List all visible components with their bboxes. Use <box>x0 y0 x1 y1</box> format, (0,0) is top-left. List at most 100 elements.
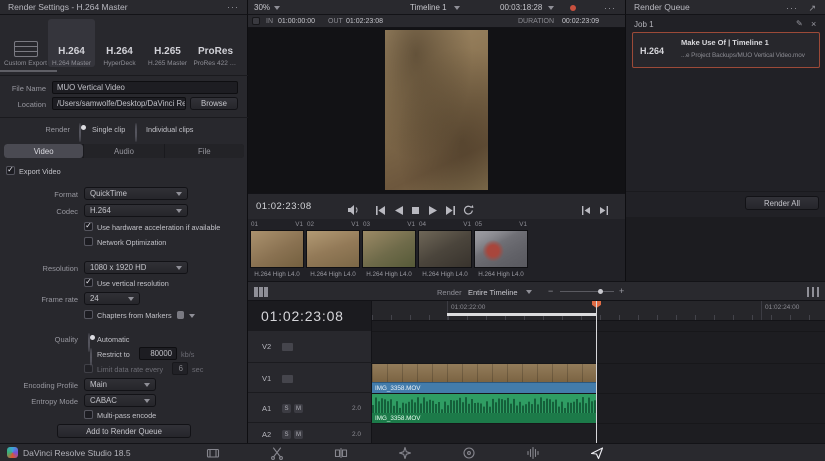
location-input[interactable]: /Users/samwolfe/Desktop/DaVinci Resolve/… <box>52 97 186 110</box>
track-enable-button[interactable] <box>282 375 293 383</box>
expand-icon[interactable]: ↗ <box>808 3 817 13</box>
tab-video[interactable]: Video <box>4 144 83 158</box>
chevron-down-icon[interactable] <box>274 6 280 10</box>
job-label: Job 1 <box>634 20 654 29</box>
multipass-checkbox[interactable] <box>84 410 93 419</box>
clip-thumbnail[interactable] <box>250 230 304 268</box>
viewer-menu-icon[interactable]: ··· <box>604 3 616 13</box>
skip-forward-icon[interactable] <box>445 202 456 220</box>
restrict-bitrate-input[interactable]: 80000 <box>139 347 177 360</box>
preset-h265-master[interactable]: H.265 H.265 Master <box>144 19 191 67</box>
track-name: V1 <box>262 374 271 383</box>
vertical-res-checkbox[interactable]: ✓ <box>84 278 93 287</box>
clip-thumbnail[interactable] <box>474 230 528 268</box>
clip-thumbnail[interactable] <box>306 230 360 268</box>
preset-hyperdeck[interactable]: H.264 HyperDeck <box>96 19 143 67</box>
edit-job-icon[interactable]: ✎ <box>796 19 803 28</box>
transport-timecode[interactable]: 01:02:23:08 <box>256 201 312 212</box>
chevron-down-icon[interactable] <box>548 6 554 10</box>
timeline-timecode[interactable]: 01:02:23:08 <box>261 308 344 324</box>
chapters-checkbox[interactable] <box>84 310 93 319</box>
codec-dropdown[interactable]: H.264 <box>84 204 188 217</box>
audio-clip[interactable]: IMG_3358.MOV <box>372 394 597 423</box>
marker-color-chip[interactable] <box>177 311 184 319</box>
tab-audio[interactable]: Audio <box>84 144 163 158</box>
stop-icon[interactable] <box>411 202 420 220</box>
add-to-render-queue-button[interactable]: Add to Render Queue <box>57 424 191 438</box>
render-queue-menu-icon[interactable]: ··· <box>786 3 798 13</box>
chevron-down-icon[interactable] <box>526 290 532 294</box>
page-cut-icon[interactable] <box>270 446 284 461</box>
preset-custom-export[interactable]: Custom Export <box>3 19 48 67</box>
chevron-down-icon[interactable] <box>189 314 195 318</box>
loop-icon[interactable] <box>463 202 474 220</box>
tab-file[interactable]: File <box>165 144 244 158</box>
render-range-select[interactable]: Entire Timeline <box>468 288 518 297</box>
render-all-button[interactable]: Render All <box>745 196 819 210</box>
solo-button[interactable]: S <box>282 404 291 413</box>
viewer-timecode[interactable]: 00:03:18:28 <box>500 3 542 12</box>
timeline-select[interactable]: Timeline 1 <box>410 3 447 12</box>
play-icon[interactable] <box>428 202 437 220</box>
page-fairlight-icon[interactable] <box>526 446 540 461</box>
limit-data-rate-checkbox[interactable] <box>84 364 93 373</box>
zoom-out-icon[interactable]: − <box>548 286 553 296</box>
page-fusion-icon[interactable] <box>398 446 412 461</box>
track-enable-button[interactable] <box>282 343 293 351</box>
encoding-profile-dropdown[interactable]: Main <box>84 378 156 391</box>
file-name-input[interactable]: MUO Vertical Video <box>52 81 238 94</box>
track-header-a2[interactable]: A2 S M 2.0 <box>248 424 372 443</box>
track-header-v1[interactable]: V1 <box>248 364 372 393</box>
range-mode-icon[interactable] <box>252 17 260 25</box>
timeline-view-icon[interactable] <box>254 287 268 297</box>
page-color-icon[interactable] <box>462 446 476 461</box>
mute-button[interactable]: M <box>294 404 303 413</box>
preset-prores[interactable]: ProRes ProRes 422 HQ <box>192 19 239 67</box>
skip-back-icon[interactable] <box>375 202 386 220</box>
track-header-a1[interactable]: A1 S M 2.0 <box>248 394 372 423</box>
lane-divider <box>372 423 825 424</box>
zoom-slider-track[interactable] <box>560 291 614 292</box>
out-value[interactable]: 01:02:23:08 <box>346 18 383 25</box>
viewer-stage <box>248 28 625 193</box>
individual-clips-radio[interactable] <box>135 123 137 142</box>
chevron-down-icon <box>144 399 150 403</box>
page-edit-icon[interactable] <box>334 446 348 461</box>
in-value[interactable]: 01:00:00:00 <box>278 18 315 25</box>
zoom-in-icon[interactable]: + <box>619 286 624 296</box>
network-opt-checkbox[interactable] <box>84 237 93 246</box>
resolution-dropdown[interactable]: 1080 x 1920 HD <box>84 261 188 274</box>
video-clip[interactable]: IMG_3358.MOV <box>372 364 597 393</box>
mixer-icon[interactable] <box>807 287 819 297</box>
preset-scrollbar[interactable] <box>0 70 57 72</box>
jump-to-in-icon[interactable] <box>581 202 591 220</box>
play-reverse-icon[interactable] <box>394 202 403 220</box>
duration-value: 00:02:23:09 <box>562 18 599 25</box>
format-dropdown[interactable]: QuickTime <box>84 187 188 200</box>
render-job-card[interactable]: H.264 Make Use Of | Timeline 1 ...e Proj… <box>632 32 820 68</box>
clip-thumbnail[interactable] <box>418 230 472 268</box>
limit-data-rate-input[interactable]: 6 <box>172 362 188 375</box>
page-deliver-icon[interactable] <box>590 446 604 461</box>
clip-track-badge: V1 <box>463 221 471 228</box>
zoom-slider-handle[interactable] <box>598 289 603 294</box>
hw-accel-checkbox[interactable]: ✓ <box>84 222 93 231</box>
mute-button[interactable]: M <box>294 430 303 439</box>
single-clip-radio[interactable] <box>79 123 81 142</box>
track-header-v2[interactable]: V2 <box>248 331 372 363</box>
chevron-down-icon[interactable] <box>454 6 460 10</box>
browse-button[interactable]: Browse <box>190 97 238 110</box>
viewer-zoom-select[interactable]: 30% <box>254 3 270 12</box>
volume-icon[interactable] <box>348 202 361 220</box>
solo-button[interactable]: S <box>282 430 291 439</box>
preset-h264-master[interactable]: H.264 H.264 Master <box>48 19 95 67</box>
export-video-checkbox[interactable]: ✓ <box>6 166 15 175</box>
close-job-icon[interactable]: × <box>811 19 816 29</box>
playhead-line[interactable] <box>596 301 597 443</box>
frame-rate-dropdown[interactable]: 24 <box>84 292 140 305</box>
jump-to-out-icon[interactable] <box>599 202 609 220</box>
page-media-icon[interactable] <box>206 446 220 461</box>
clip-thumbnail[interactable] <box>362 230 416 268</box>
entropy-mode-dropdown[interactable]: CABAC <box>84 394 156 407</box>
render-settings-menu-icon[interactable]: ··· <box>227 2 239 12</box>
